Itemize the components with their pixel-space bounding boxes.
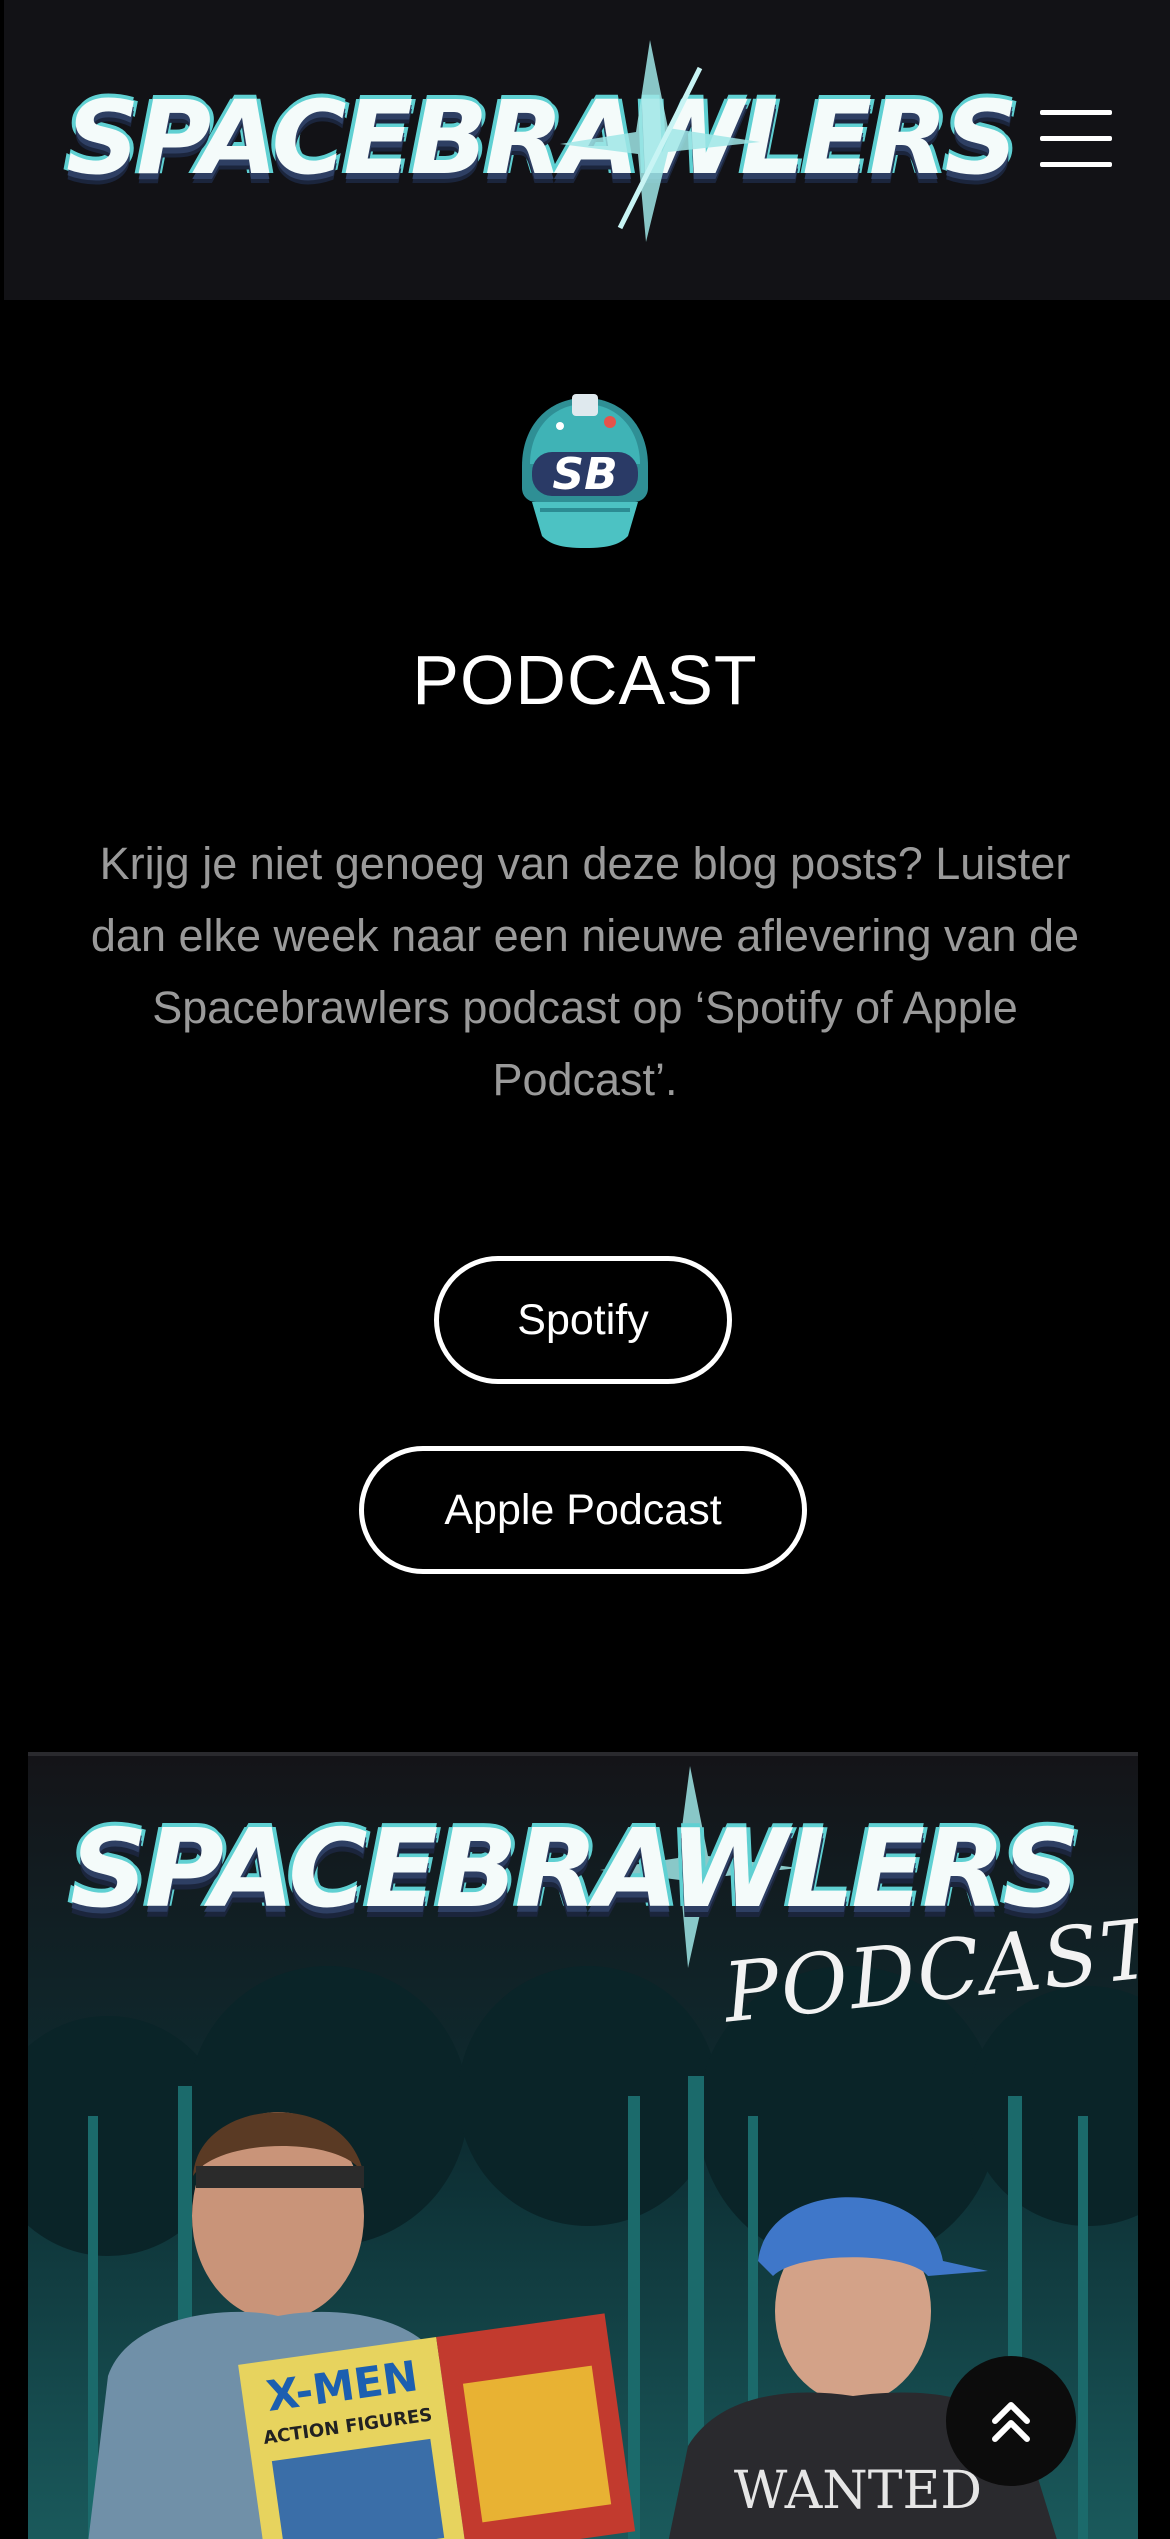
hamburger-menu-icon[interactable] [1040,110,1112,168]
logo-star-icon [560,40,760,242]
cover-logo-text: SPACEBRAWLERS [70,1807,1080,1932]
double-chevron-up-icon[interactable] [946,2356,1076,2486]
apple-podcast-button[interactable]: Apple Podcast [359,1446,807,1574]
site-header: SPACEBRAWLERS [4,0,1170,300]
shirt-text: WANTED [734,2461,982,2521]
sb-helmet-logo-icon: SB [522,394,648,548]
site-logo[interactable]: SPACEBRAWLERS [60,28,1018,258]
section-description: Krijg je niet genoeg van deze blog posts… [90,838,1080,1105]
page: SPACEBRAWLERS SB PODCAST Krijg je niet g… [0,0,1170,2539]
spotify-button[interactable]: Spotify [434,1256,732,1384]
scroll-top-chevrons [992,2402,1030,2442]
badge-text: SB [552,449,617,500]
section-title: PODCAST [412,641,758,719]
